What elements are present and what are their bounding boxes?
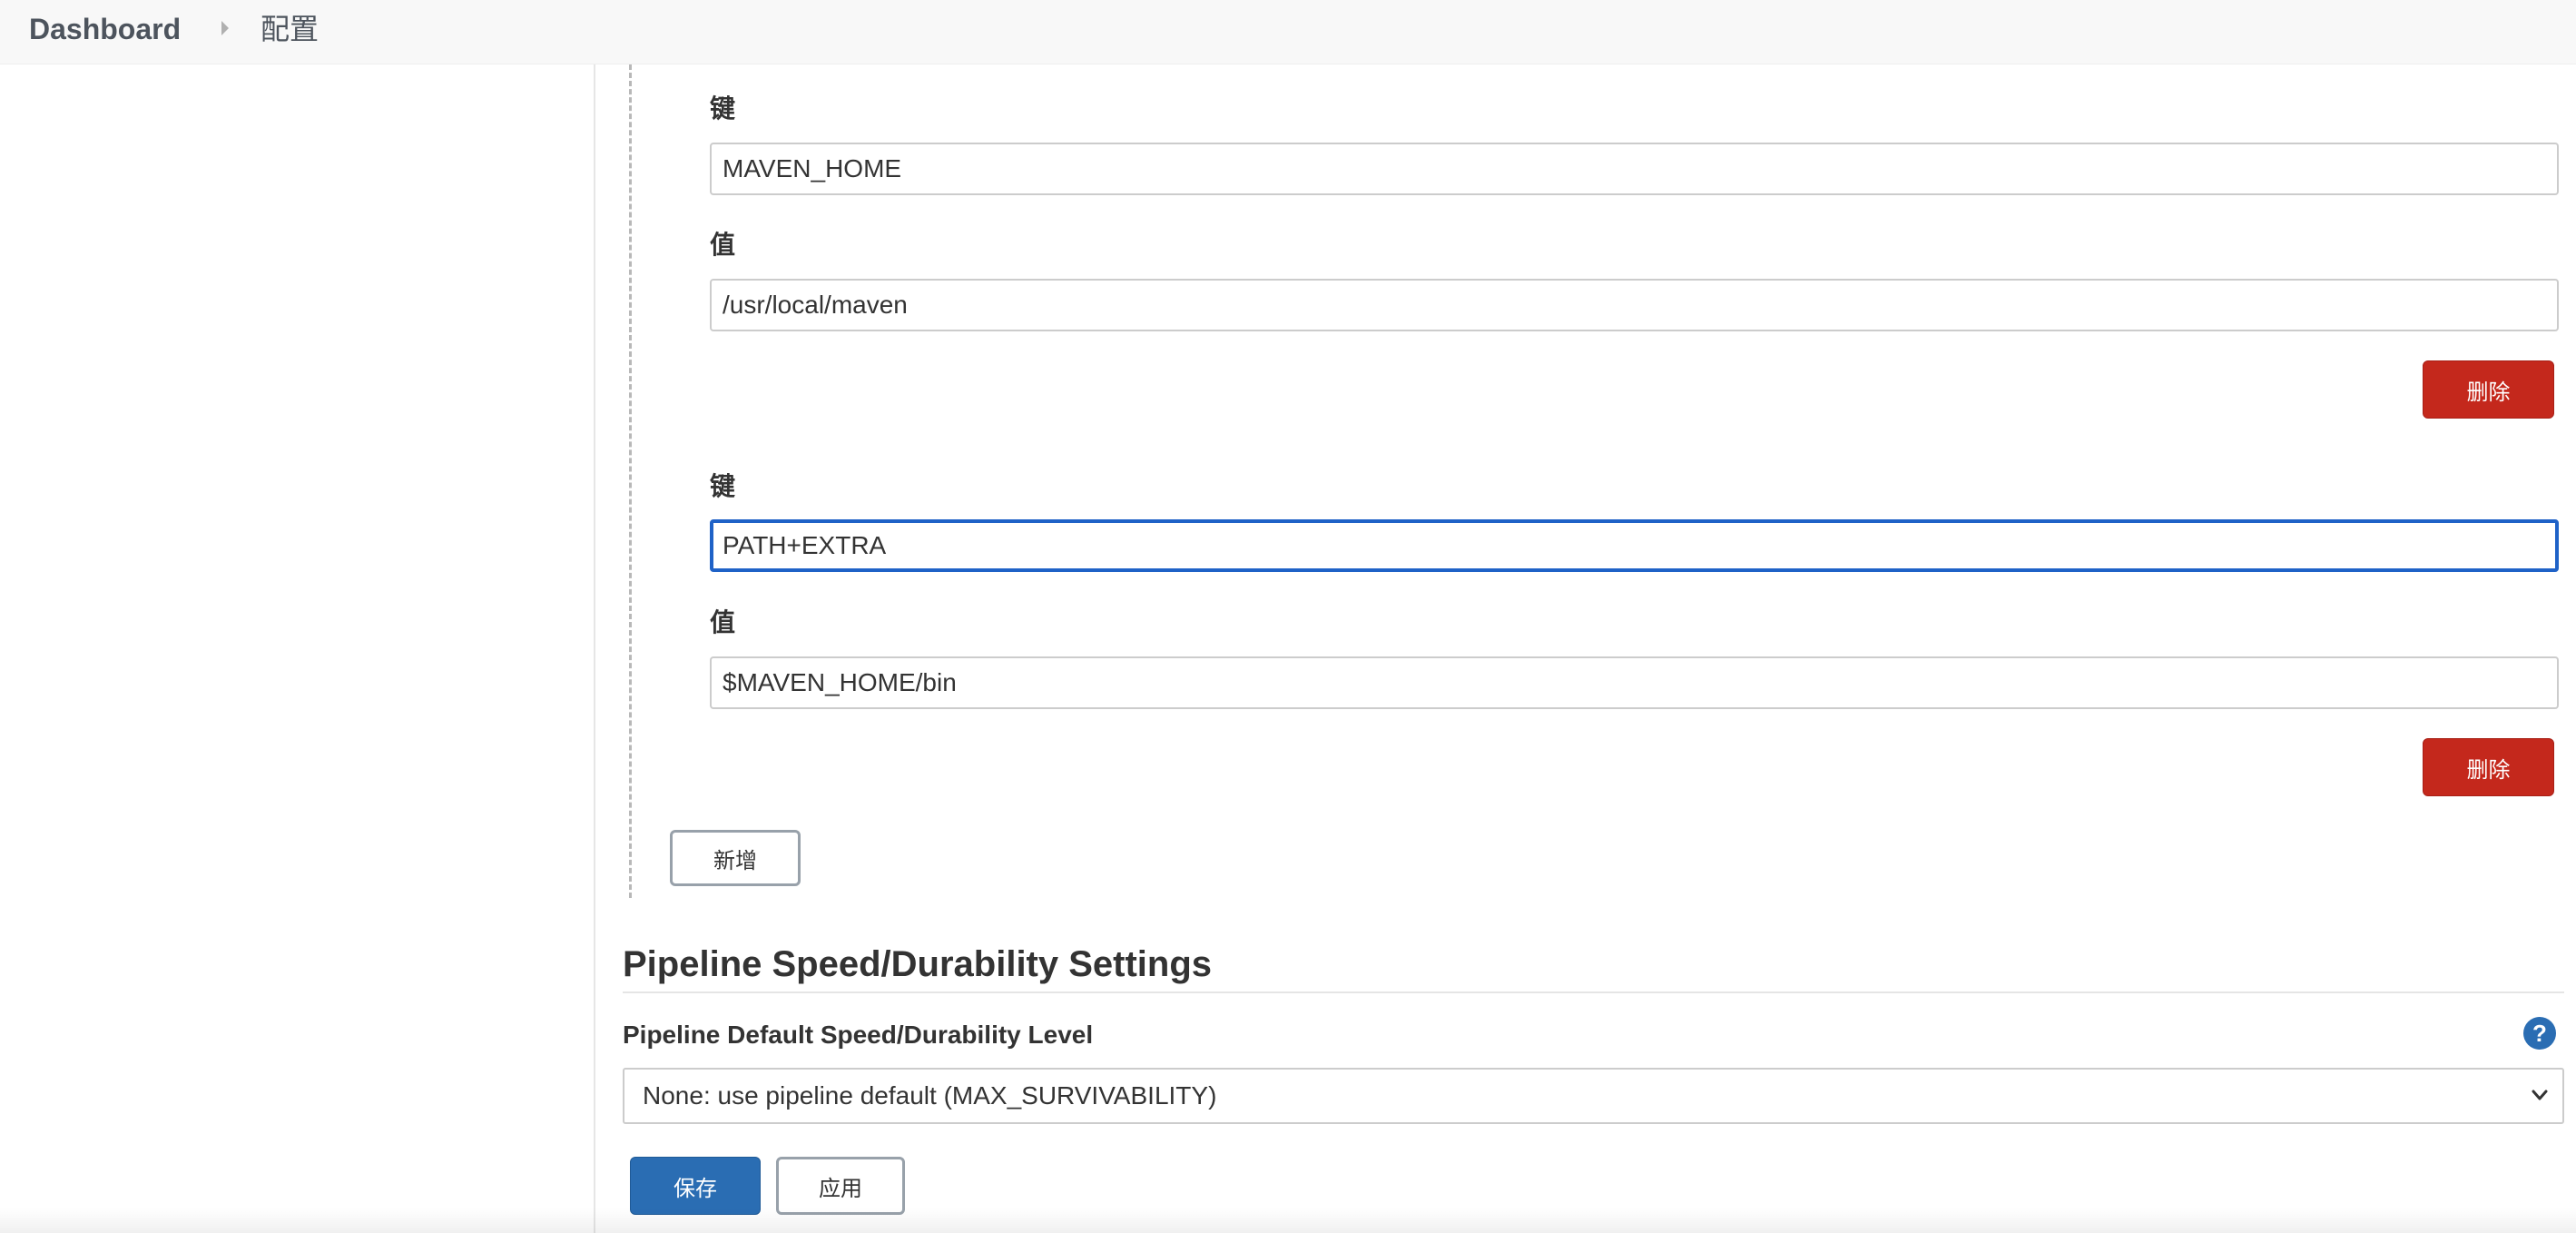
key-input[interactable] — [710, 143, 2559, 195]
breadcrumb-bar: Dashboard 配置 — [0, 0, 2576, 64]
help-icon[interactable]: ? — [2523, 1017, 2556, 1050]
delete-button[interactable]: 删除 — [2423, 360, 2554, 419]
delete-button[interactable]: 删除 — [2423, 738, 2554, 796]
section-divider — [623, 991, 2564, 993]
select-selected-value: None: use pipeline default (MAX_SURVIVAB… — [643, 1081, 1217, 1110]
durability-level-select[interactable]: None: use pipeline default (MAX_SURVIVAB… — [623, 1068, 2564, 1124]
key-label: 键 — [710, 472, 736, 500]
nesting-divider — [629, 64, 632, 898]
left-sidebar — [0, 64, 595, 1233]
add-button[interactable]: 新增 — [670, 830, 801, 886]
breadcrumb-separator-icon — [221, 21, 229, 35]
value-input[interactable] — [710, 279, 2559, 331]
breadcrumb-dashboard-link[interactable]: Dashboard — [29, 11, 181, 47]
apply-button[interactable]: 应用 — [776, 1157, 905, 1215]
value-input[interactable] — [710, 656, 2559, 709]
durability-level-label: Pipeline Default Speed/Durability Level — [623, 1021, 1094, 1049]
chevron-down-icon — [2532, 1090, 2548, 1100]
key-label: 键 — [710, 94, 736, 123]
key-input[interactable] — [710, 519, 2559, 572]
value-label: 值 — [710, 608, 736, 636]
save-button[interactable]: 保存 — [630, 1157, 761, 1215]
section-title: Pipeline Speed/Durability Settings — [623, 944, 1213, 984]
value-label: 值 — [710, 231, 736, 259]
breadcrumb-current-page: 配置 — [261, 13, 320, 45]
